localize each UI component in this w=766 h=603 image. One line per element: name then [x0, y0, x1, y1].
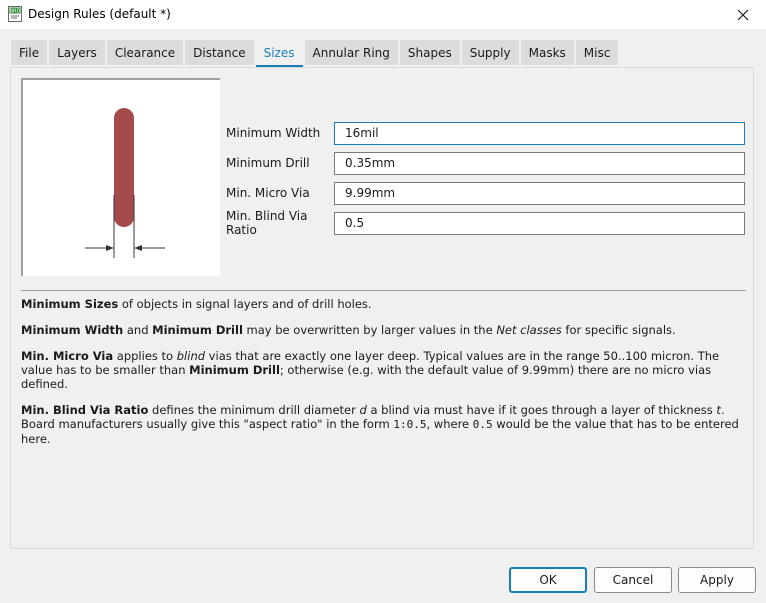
help-text-span: defines the minimum drill diameter	[148, 403, 360, 417]
help-paragraph-micro-via: Min. Micro Via applies to blind vias tha…	[21, 349, 746, 391]
tab-bar: File Layers Clearance Distance Sizes Ann…	[11, 40, 620, 67]
eagle-brd-icon: BRD	[8, 6, 22, 22]
tab-layers[interactable]: Layers	[49, 40, 105, 65]
help-bold: Minimum Width	[21, 323, 124, 337]
ok-button[interactable]: OK	[509, 567, 587, 593]
help-bold: Minimum Drill	[189, 363, 280, 377]
help-italic: d	[359, 403, 367, 417]
help-bold: Minimum Sizes	[21, 297, 119, 311]
help-bold: Minimum Drill	[152, 323, 243, 337]
title-bar: BRD Design Rules (default *)	[0, 0, 766, 29]
help-text-span: may be overwritten by larger values in t…	[242, 323, 497, 337]
apply-button[interactable]: Apply	[678, 567, 756, 593]
help-text-span: , where	[426, 417, 473, 431]
help-paragraph-sizes: Minimum Sizes of objects in signal layer…	[21, 297, 746, 311]
minimum-width-input[interactable]	[334, 121, 745, 145]
help-text-span: of objects in signal layers and of drill…	[118, 297, 372, 311]
arrow-left-head	[106, 245, 114, 251]
sizes-panel: Minimum Width Minimum Drill Min. Micro V…	[10, 67, 754, 549]
help-bold: Min. Micro Via	[21, 349, 114, 363]
min-blind-via-ratio-input[interactable]	[334, 211, 745, 235]
close-icon	[737, 9, 749, 20]
tab-misc[interactable]: Misc	[575, 40, 619, 65]
help-bold: Min. Blind Via Ratio	[21, 403, 149, 417]
trace-width-diagram	[85, 108, 165, 258]
help-text: Minimum Sizes of objects in signal layer…	[21, 297, 746, 458]
tab-supply[interactable]: Supply	[461, 40, 519, 65]
tab-clearance[interactable]: Clearance	[106, 40, 184, 65]
row-min-micro-via: Min. Micro Via	[226, 181, 745, 205]
window-title: Design Rules (default *)	[28, 7, 171, 21]
tab-masks[interactable]: Masks	[520, 40, 574, 65]
label-minimum-width: Minimum Width	[226, 126, 321, 140]
tab-shapes[interactable]: Shapes	[399, 40, 460, 65]
trace-width-preview	[21, 78, 220, 276]
help-code: 1:0.5	[393, 418, 427, 431]
label-min-micro-via: Min. Micro Via	[226, 186, 310, 200]
help-paragraph-blind-via-ratio: Min. Blind Via Ratio defines the minimum…	[21, 403, 746, 446]
row-minimum-width: Minimum Width	[226, 121, 745, 145]
svg-text:BRD: BRD	[10, 9, 21, 15]
help-text-span: for specific signals.	[561, 323, 676, 337]
help-text-span: applies to	[113, 349, 177, 363]
label-min-blind-via-ratio: Min. Blind Via Ratio	[226, 209, 308, 237]
trace-shape	[114, 108, 134, 227]
minimum-drill-input[interactable]	[334, 151, 745, 175]
row-minimum-drill: Minimum Drill	[226, 151, 745, 175]
tab-distance[interactable]: Distance	[185, 40, 254, 65]
row-min-blind-via-ratio: Min. Blind Via Ratio	[226, 209, 745, 237]
help-paragraph-width-drill: Minimum Width and Minimum Drill may be o…	[21, 323, 746, 337]
close-button[interactable]	[720, 0, 766, 29]
help-italic: blind	[176, 349, 206, 363]
tab-annular-ring[interactable]: Annular Ring	[304, 40, 398, 65]
separator	[21, 290, 746, 291]
help-text-span: and	[123, 323, 153, 337]
tab-sizes[interactable]: Sizes	[255, 40, 303, 67]
label-minimum-drill: Minimum Drill	[226, 156, 310, 170]
help-code: 0.5	[472, 418, 493, 431]
help-text-span: a blind via must have if it goes through…	[366, 403, 717, 417]
min-micro-via-input[interactable]	[334, 181, 745, 205]
cancel-button[interactable]: Cancel	[594, 567, 672, 593]
help-italic: Net classes	[496, 323, 562, 337]
arrow-right-head	[134, 245, 142, 251]
tab-file[interactable]: File	[11, 40, 48, 65]
